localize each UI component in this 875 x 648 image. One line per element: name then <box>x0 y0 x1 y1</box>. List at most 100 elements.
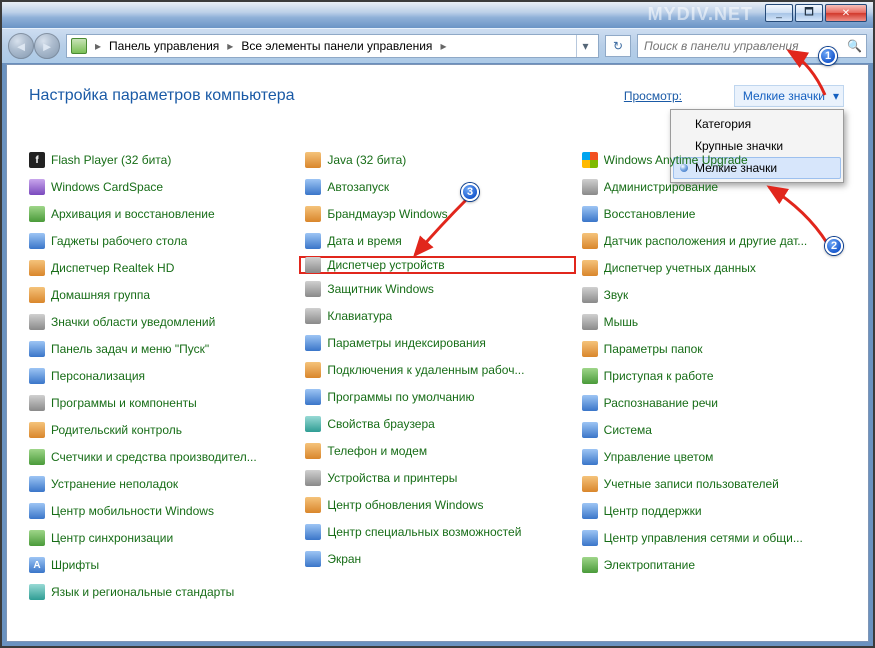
cp-item[interactable]: Дата и время <box>305 232 569 250</box>
cp-item[interactable]: Значки области уведомлений <box>29 313 293 331</box>
cp-item[interactable]: Центр мобильности Windows <box>29 502 293 520</box>
cp-item[interactable]: Мышь <box>582 313 846 331</box>
cp-item[interactable]: Диспетчер учетных данных <box>582 259 846 277</box>
cp-item[interactable]: Приступая к работе <box>582 367 846 385</box>
cp-item[interactable]: Подключения к удаленным рабоч... <box>305 361 569 379</box>
cp-item[interactable]: Экран <box>305 550 569 568</box>
tray-icon <box>29 314 45 330</box>
cp-item[interactable]: Центр обновления Windows <box>305 496 569 514</box>
cp-item[interactable]: Автозапуск <box>305 178 569 196</box>
phone-icon <box>305 443 321 459</box>
item-label: Датчик расположения и другие дат... <box>604 234 808 248</box>
cp-item[interactable]: Центр синхронизации <box>29 529 293 547</box>
items-column-2: Java (32 бита) Автозапуск Брандмауэр Win… <box>305 151 569 625</box>
item-label: Домашняя группа <box>51 288 150 302</box>
item-label: Flash Player (32 бита) <box>51 153 171 167</box>
cp-item[interactable]: Электропитание <box>582 556 846 574</box>
cp-item[interactable]: Диспетчер Realtek HD <box>29 259 293 277</box>
content-panel: Настройка параметров компьютера Просмотр… <box>6 64 869 642</box>
item-label: Персонализация <box>51 369 145 383</box>
minimize-button[interactable]: _ <box>765 4 793 22</box>
recovery-icon <box>582 206 598 222</box>
cp-item[interactable]: Java (32 бита) <box>305 151 569 169</box>
cp-item[interactable]: Свойства браузера <box>305 415 569 433</box>
action-center-icon <box>582 503 598 519</box>
cp-item[interactable]: Гаджеты рабочего стола <box>29 232 293 250</box>
cp-item[interactable]: Параметры индексирования <box>305 334 569 352</box>
control-panel-icon <box>71 38 87 54</box>
window-frame: MYDIV.NET _ 🗖 ✕ ◄ ► ▸ Панель управления … <box>0 0 875 648</box>
system-icon <box>582 422 598 438</box>
address-bar[interactable]: ▸ Панель управления ▸ Все элементы панел… <box>66 34 599 58</box>
cp-item[interactable]: fFlash Player (32 бита) <box>29 151 293 169</box>
cp-item[interactable]: Учетные записи пользователей <box>582 475 846 493</box>
cp-item[interactable]: Звук <box>582 286 846 304</box>
cp-item[interactable]: Центр управления сетями и общи... <box>582 529 846 547</box>
cp-item[interactable]: Параметры папок <box>582 340 846 358</box>
item-label: Родительский контроль <box>51 423 182 437</box>
view-dropdown[interactable]: Мелкие значки <box>734 85 844 107</box>
cp-item[interactable]: Распознавание речи <box>582 394 846 412</box>
cp-item[interactable]: Программы и компоненты <box>29 394 293 412</box>
cp-item[interactable]: Клавиатура <box>305 307 569 325</box>
cp-item[interactable]: Windows Anytime Upgrade <box>582 151 846 169</box>
internet-options-icon <box>305 416 321 432</box>
cp-item[interactable]: Администрирование <box>582 178 846 196</box>
firewall-icon <box>305 206 321 222</box>
cp-item[interactable]: Телефон и модем <box>305 442 569 460</box>
annotation-badge-3: 3 <box>461 183 479 201</box>
cp-item[interactable]: Родительский контроль <box>29 421 293 439</box>
cp-item[interactable]: Программы по умолчанию <box>305 388 569 406</box>
item-label: Администрирование <box>604 180 718 194</box>
cp-item[interactable]: Управление цветом <box>582 448 846 466</box>
cp-item[interactable]: Восстановление <box>582 205 846 223</box>
refresh-button[interactable]: ↻ <box>605 35 631 57</box>
cp-item[interactable]: Панель задач и меню "Пуск" <box>29 340 293 358</box>
cp-item[interactable]: Брандмауэр Windows <box>305 205 569 223</box>
cp-item[interactable]: Защитник Windows <box>305 280 569 298</box>
cp-item[interactable]: AШрифты <box>29 556 293 574</box>
close-button[interactable]: ✕ <box>825 4 867 22</box>
view-dropdown-value: Мелкие значки <box>743 89 825 103</box>
forward-button[interactable]: ► <box>34 33 60 59</box>
cp-item[interactable]: Windows CardSpace <box>29 178 293 196</box>
taskbar-icon <box>29 341 45 357</box>
datetime-icon <box>305 233 321 249</box>
speech-icon <box>582 395 598 411</box>
admin-tools-icon <box>582 179 598 195</box>
title-bar: MYDIV.NET _ 🗖 ✕ <box>2 2 873 28</box>
gadgets-icon <box>29 233 45 249</box>
address-history-dropdown[interactable]: ▾ <box>576 35 594 57</box>
maximize-button[interactable]: 🗖 <box>795 4 823 22</box>
cp-item[interactable]: Архивация и восстановление <box>29 205 293 223</box>
breadcrumb-root[interactable]: Панель управления <box>109 39 219 53</box>
breadcrumb-sep: ▸ <box>93 39 103 53</box>
cp-item[interactable]: Домашняя группа <box>29 286 293 304</box>
cp-item[interactable]: Язык и региональные стандарты <box>29 583 293 601</box>
item-label: Центр синхронизации <box>51 531 173 545</box>
back-button[interactable]: ◄ <box>8 33 34 59</box>
item-label: Звук <box>604 288 629 302</box>
item-label: Брандмауэр Windows <box>327 207 447 221</box>
item-label: Диспетчер устройств <box>327 258 444 272</box>
cp-item[interactable]: Центр специальных возможностей <box>305 523 569 541</box>
cp-item-device-manager[interactable]: Диспетчер устройств <box>299 256 575 274</box>
devices-printers-icon <box>305 470 321 486</box>
cp-item[interactable]: Центр поддержки <box>582 502 846 520</box>
nav-buttons: ◄ ► <box>8 33 60 59</box>
cp-item[interactable]: Датчик расположения и другие дат... <box>582 232 846 250</box>
mobility-icon <box>29 503 45 519</box>
search-input[interactable] <box>642 38 847 54</box>
view-menu-category[interactable]: Категория <box>673 113 841 135</box>
cp-item[interactable]: Персонализация <box>29 367 293 385</box>
back-icon: ◄ <box>15 39 28 54</box>
breadcrumb-current[interactable]: Все элементы панели управления <box>241 39 432 53</box>
watermark-text: MYDIV.NET <box>648 4 753 25</box>
item-label: Центр специальных возможностей <box>327 525 521 539</box>
item-label: Windows CardSpace <box>51 180 163 194</box>
cp-item[interactable]: Устройства и принтеры <box>305 469 569 487</box>
cp-item[interactable]: Устранение неполадок <box>29 475 293 493</box>
cp-item[interactable]: Счетчики и средства производител... <box>29 448 293 466</box>
cp-item[interactable]: Система <box>582 421 846 439</box>
troubleshoot-icon <box>29 476 45 492</box>
